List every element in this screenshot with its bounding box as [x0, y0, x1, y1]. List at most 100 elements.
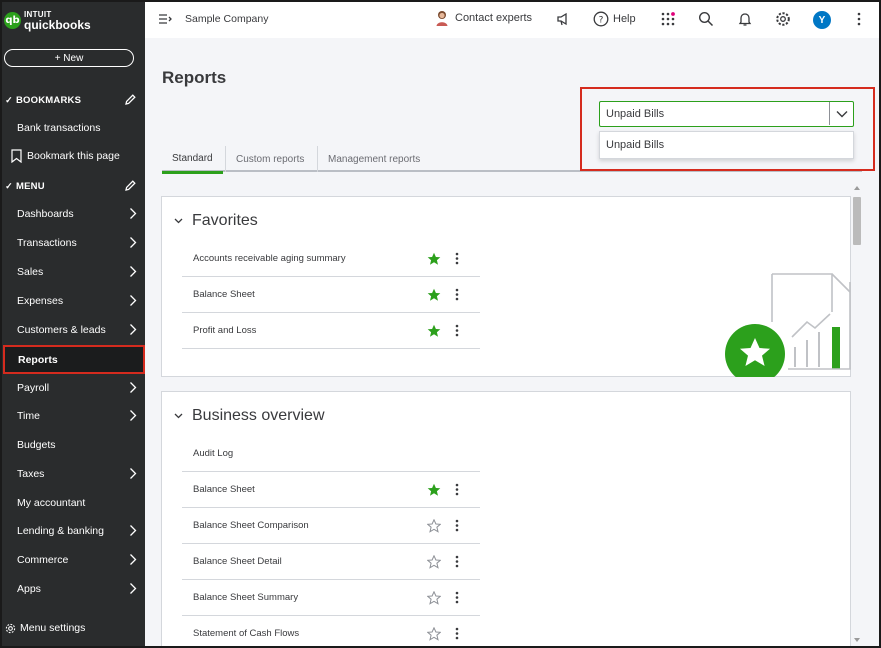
sidebar-item-reports[interactable]: Reports — [3, 345, 145, 374]
more-options-icon[interactable] — [455, 627, 459, 640]
sidebar-item-label: Taxes — [17, 468, 45, 480]
sidebar-item-transactions[interactable]: Transactions — [2, 230, 145, 256]
chevron-down-icon: ✓ — [5, 94, 13, 105]
sidebar-item-dashboards[interactable]: Dashboards — [2, 201, 145, 227]
sidebar-item-bookmark-this-page[interactable]: Bookmark this page — [2, 143, 145, 169]
scrollbar-thumb[interactable] — [853, 197, 861, 245]
sidebar-item-my-accountant[interactable]: My accountant — [2, 490, 145, 516]
sidebar-item-label: Commerce — [17, 554, 69, 566]
report-row[interactable]: Statement of Cash Flows — [182, 616, 480, 646]
bookmarks-section-header[interactable]: ✓ BOOKMARKS — [2, 90, 145, 110]
more-options-icon[interactable] — [455, 324, 459, 337]
favorites-header[interactable]: Favorites — [174, 212, 258, 230]
sidebar-item-label: Apps — [17, 583, 41, 595]
search-icon[interactable] — [698, 11, 714, 27]
report-name[interactable]: Balance Sheet — [193, 289, 255, 300]
report-row[interactable]: Balance Sheet Comparison — [182, 508, 480, 544]
report-row[interactable]: Balance Sheet — [182, 277, 480, 313]
star-filled-icon[interactable] — [427, 288, 441, 302]
business-overview-header[interactable]: Business overview — [174, 407, 325, 425]
main-content: Reports Standard Custom reports Manageme… — [145, 38, 879, 646]
sidebar-item-expenses[interactable]: Expenses — [2, 288, 145, 314]
scroll-up-arrow-icon[interactable] — [854, 185, 860, 190]
edit-menu-icon[interactable] — [124, 179, 137, 192]
report-name[interactable]: Balance Sheet Detail — [193, 556, 282, 567]
sidebar-item-label: Lending & banking — [17, 525, 104, 537]
tab-custom-reports[interactable]: Custom reports — [226, 146, 314, 172]
collapse-menu-icon[interactable] — [158, 13, 172, 25]
report-row[interactable]: Audit Log — [182, 436, 480, 472]
help-button[interactable]: ? Help — [593, 11, 636, 27]
reports-illustration — [725, 273, 851, 377]
megaphone-icon[interactable] — [555, 11, 571, 27]
help-icon: ? — [593, 11, 609, 27]
chevron-right-icon — [130, 208, 137, 219]
more-options-icon[interactable] — [455, 288, 459, 301]
star-filled-icon[interactable] — [427, 483, 441, 497]
chevron-right-icon — [130, 468, 137, 479]
tab-management-reports[interactable]: Management reports — [318, 146, 430, 172]
search-dropdown-toggle[interactable] — [829, 102, 853, 125]
sidebar-item-budgets[interactable]: Budgets — [2, 432, 145, 458]
quickbooks-logo-icon: qb — [4, 12, 21, 29]
more-options-icon[interactable] — [455, 555, 459, 568]
star-filled-icon[interactable] — [427, 252, 441, 266]
sidebar-item-bank-transactions[interactable]: Bank transactions — [2, 115, 145, 141]
report-search-box[interactable] — [599, 101, 854, 127]
report-row[interactable]: Accounts receivable aging summary — [182, 241, 480, 277]
report-row[interactable]: Balance Sheet — [182, 472, 480, 508]
company-name: Sample Company — [185, 13, 269, 25]
sidebar-item-sales[interactable]: Sales — [2, 259, 145, 285]
report-row[interactable]: Profit and Loss — [182, 313, 480, 349]
more-options-icon[interactable] — [455, 252, 459, 265]
chevron-right-icon — [130, 324, 137, 335]
sidebar-item-apps[interactable]: Apps — [2, 576, 145, 602]
star-outline-icon[interactable] — [427, 591, 441, 605]
tab-standard[interactable]: Standard — [162, 146, 223, 174]
page-title: Reports — [162, 68, 227, 87]
report-name[interactable]: Profit and Loss — [193, 325, 256, 336]
more-options-icon[interactable] — [455, 519, 459, 532]
user-avatar[interactable]: Y — [813, 11, 831, 29]
more-options-icon[interactable] — [455, 483, 459, 496]
sidebar-item-commerce[interactable]: Commerce — [2, 547, 145, 573]
star-outline-icon[interactable] — [427, 519, 441, 533]
scroll-down-arrow-icon[interactable] — [854, 638, 860, 643]
sidebar-item-label: Reports — [18, 353, 58, 366]
menu-section-header[interactable]: ✓ MENU — [2, 176, 145, 196]
report-row[interactable]: Balance Sheet Detail — [182, 544, 480, 580]
sidebar-item-payroll[interactable]: Payroll — [2, 375, 145, 401]
new-button[interactable]: + New — [4, 49, 134, 67]
report-name[interactable]: Statement of Cash Flows — [193, 628, 299, 639]
notifications-bell-icon[interactable] — [737, 11, 753, 27]
sidebar-item-label: Time — [17, 410, 40, 422]
star-outline-icon[interactable] — [427, 627, 441, 641]
sidebar-item-taxes[interactable]: Taxes — [2, 461, 145, 487]
report-name[interactable]: Accounts receivable aging summary — [193, 253, 346, 264]
apps-grid-icon[interactable] — [660, 11, 676, 27]
report-row[interactable]: Balance Sheet Summary — [182, 580, 480, 616]
chevron-down-icon — [174, 218, 183, 224]
content-scrollbar[interactable] — [851, 183, 863, 646]
settings-gear-icon[interactable] — [775, 11, 791, 27]
menu-heading: MENU — [16, 180, 45, 192]
star-outline-icon[interactable] — [427, 555, 441, 569]
sidebar-item-customers-leads[interactable]: Customers & leads — [2, 317, 145, 343]
report-name[interactable]: Balance Sheet Summary — [193, 592, 298, 603]
chevron-right-icon — [130, 583, 137, 594]
help-label: Help — [613, 13, 636, 25]
report-search-input[interactable] — [600, 102, 828, 125]
edit-bookmarks-icon[interactable] — [124, 93, 137, 106]
more-options-icon[interactable] — [856, 11, 862, 27]
quickbooks-logo[interactable]: qb INTUIT quickbooks — [4, 10, 91, 31]
more-options-icon[interactable] — [455, 591, 459, 604]
contact-experts-button[interactable]: Contact experts — [435, 10, 532, 26]
sidebar-item-lending-banking[interactable]: Lending & banking — [2, 518, 145, 544]
report-name[interactable]: Balance Sheet — [193, 484, 255, 495]
star-filled-icon[interactable] — [427, 324, 441, 338]
menu-settings-link[interactable]: Menu settings — [5, 622, 85, 634]
report-name[interactable]: Balance Sheet Comparison — [193, 520, 309, 531]
report-name[interactable]: Audit Log — [193, 448, 233, 459]
sidebar-item-time[interactable]: Time — [2, 403, 145, 429]
search-suggestion-unpaid-bills[interactable]: Unpaid Bills — [599, 131, 854, 159]
